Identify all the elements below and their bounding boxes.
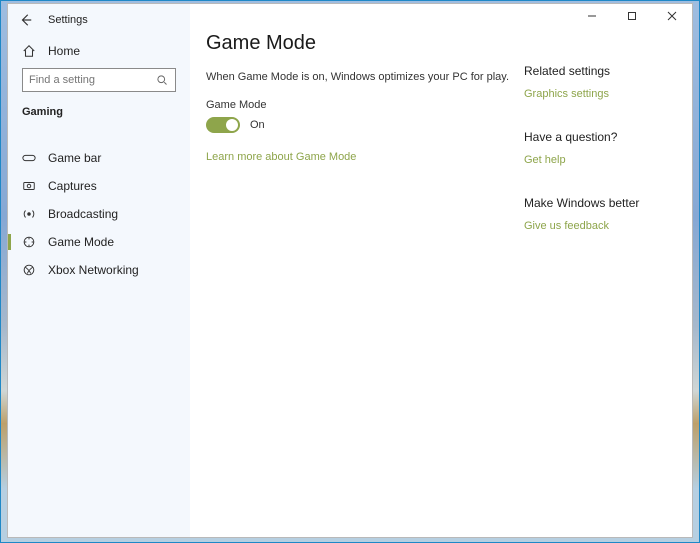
nav-item-label: Game Mode [48, 235, 114, 249]
nav-item-xbox-networking[interactable]: Xbox Networking [8, 256, 190, 284]
get-help-link[interactable]: Get help [524, 154, 566, 166]
related-settings-group: Related settings Graphics settings [524, 64, 660, 102]
titlebar-left: Settings [8, 4, 190, 36]
nav-item-broadcasting[interactable]: Broadcasting [8, 200, 190, 228]
back-button[interactable] [16, 10, 36, 30]
minimize-icon [585, 9, 599, 23]
game-mode-toggle[interactable] [206, 117, 240, 133]
search-icon [155, 73, 169, 87]
related-heading: Related settings [524, 64, 660, 78]
learn-more-link[interactable]: Learn more about Game Mode [206, 151, 356, 163]
search-input[interactable] [22, 68, 176, 92]
question-heading: Have a question? [524, 130, 660, 144]
gamepad-icon [22, 151, 36, 165]
home-icon [22, 44, 36, 58]
page-title: Game Mode [206, 32, 524, 55]
window-title: Settings [48, 14, 88, 26]
feedback-heading: Make Windows better [524, 196, 660, 210]
minimize-button[interactable] [572, 4, 612, 28]
captures-icon [22, 179, 36, 193]
maximize-icon [625, 9, 639, 23]
search-wrap [8, 66, 190, 98]
xbox-icon [22, 263, 36, 277]
nav-item-label: Game bar [48, 151, 101, 165]
game-mode-toggle-row: On [206, 117, 524, 133]
broadcast-icon [22, 207, 36, 221]
window-controls [572, 4, 692, 28]
game-mode-icon [22, 235, 36, 249]
nav-item-label: Broadcasting [48, 207, 118, 221]
home-button[interactable]: Home [8, 36, 190, 66]
give-feedback-link[interactable]: Give us feedback [524, 220, 609, 232]
search-field[interactable] [29, 74, 149, 86]
maximize-button[interactable] [612, 4, 652, 28]
feedback-group: Make Windows better Give us feedback [524, 196, 660, 234]
nav-item-captures[interactable]: Captures [8, 172, 190, 200]
toggle-state: On [250, 119, 265, 131]
nav-item-game-mode[interactable]: Game Mode [8, 228, 190, 256]
settings-window: Settings Home Gaming Game bar [7, 3, 693, 538]
nav-item-label: Xbox Networking [48, 263, 139, 277]
main: Game Mode When Game Mode is on, Windows … [190, 4, 692, 537]
nav-item-label: Captures [48, 179, 97, 193]
content-main: Game Mode When Game Mode is on, Windows … [190, 4, 524, 537]
graphics-settings-link[interactable]: Graphics settings [524, 88, 609, 100]
toggle-label: Game Mode [206, 99, 524, 111]
nav-list: Game bar Captures Broadcasting Game Mode [8, 144, 190, 284]
arrow-left-icon [19, 13, 33, 27]
close-icon [665, 9, 679, 23]
nav-category: Gaming [8, 98, 190, 124]
page-description: When Game Mode is on, Windows optimizes … [206, 71, 524, 83]
close-button[interactable] [652, 4, 692, 28]
nav-item-game-bar[interactable]: Game bar [8, 144, 190, 172]
question-group: Have a question? Get help [524, 130, 660, 168]
sidebar: Settings Home Gaming Game bar [8, 4, 190, 537]
home-label: Home [48, 44, 80, 58]
content-aside: Related settings Graphics settings Have … [524, 4, 680, 537]
